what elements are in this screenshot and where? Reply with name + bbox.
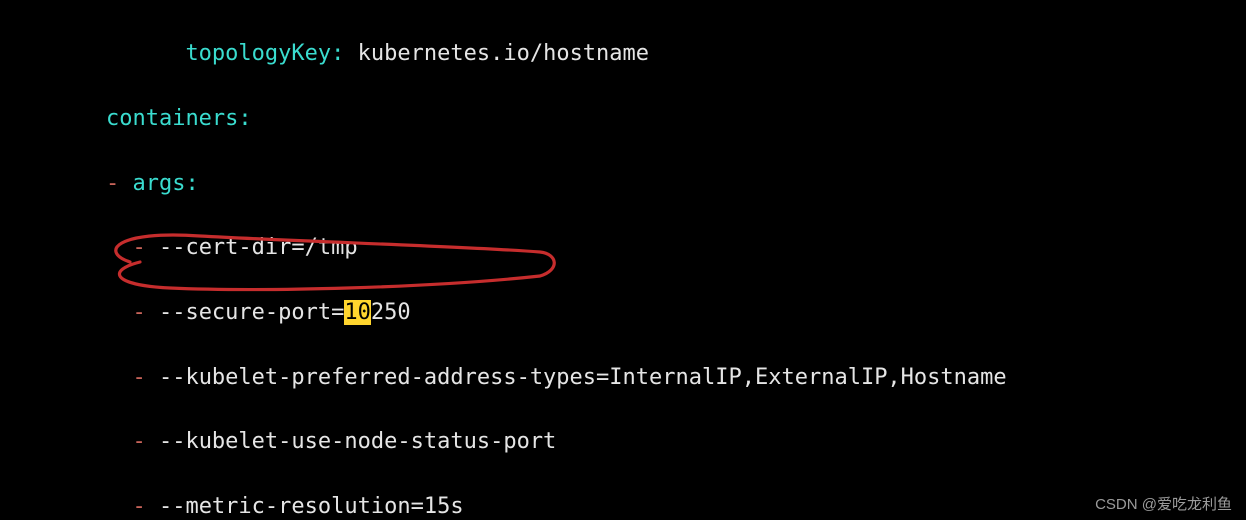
yaml-value: kubernetes.io/hostname [358,41,649,66]
code-line: topologyKey: kubernetes.io/hostname [0,38,1246,70]
yaml-value: --metric-resolution=15s [159,494,464,519]
yaml-value: --kubelet-use-node-status-port [159,429,556,454]
code-line: - --kubelet-preferred-address-types=Inte… [0,362,1246,394]
search-highlight: 10 [344,300,371,325]
code-line: - --kubelet-use-node-status-port [0,426,1246,458]
code-line: - args: [0,168,1246,200]
yaml-key: args [132,171,185,196]
code-line: - --cert-dir=/tmp [0,232,1246,264]
yaml-value: --secure-port= [159,300,344,325]
watermark: CSDN @爱吃龙利鱼 [1095,493,1232,514]
yaml-key: topologyKey [185,41,331,66]
yaml-value: --kubelet-preferred-address-types=Intern… [159,365,1007,390]
yaml-key: containers [106,106,238,131]
yaml-value: --cert-dir=/tmp [159,235,358,260]
code-area[interactable]: topologyKey: kubernetes.io/hostname cont… [0,0,1246,520]
code-line: containers: [0,103,1246,135]
code-line: - --secure-port=10250 [0,297,1246,329]
code-line: - --metric-resolution=15s [0,491,1246,520]
